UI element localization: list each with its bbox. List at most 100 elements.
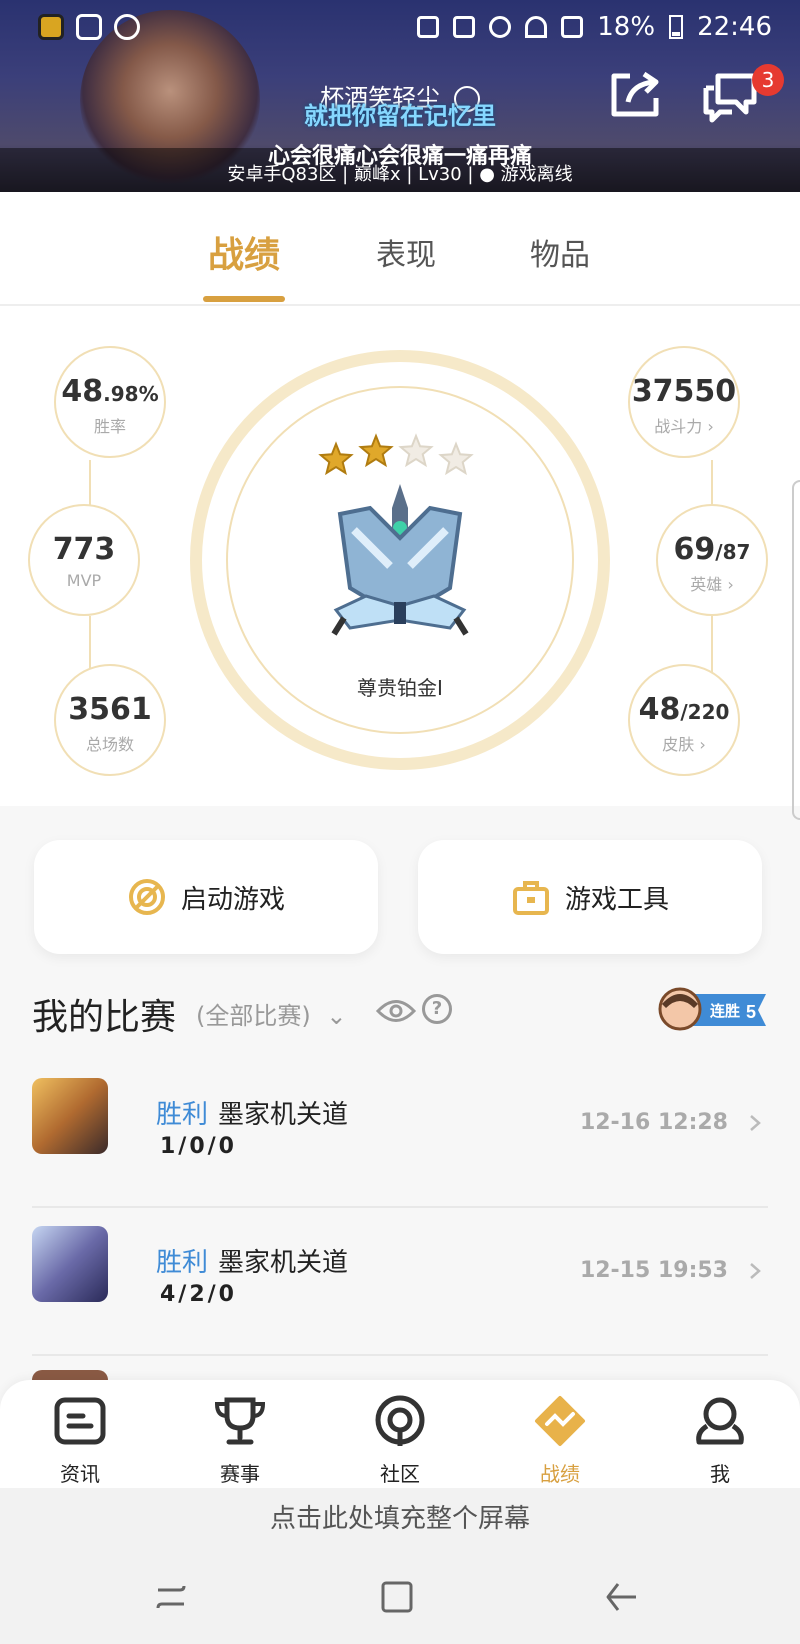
nfc-icon — [417, 16, 440, 38]
star-filled-icon — [318, 441, 354, 476]
tab-bar: 战绩 表现 物品 — [0, 192, 800, 306]
nav-news[interactable]: 资讯 — [20, 1394, 140, 1487]
nav-events[interactable]: 赛事 — [180, 1394, 300, 1487]
match-row[interactable]: 胜利 墨家机关道 1/0/0 12-16 12:28 — [32, 1058, 768, 1208]
win-rate-value: 48 — [61, 374, 104, 409]
nav-record[interactable]: 战绩 — [500, 1394, 620, 1487]
nav-record-label: 战绩 — [540, 1462, 580, 1486]
stat-total-games: 3561 总场数 — [54, 664, 166, 776]
total-games-value: 3561 — [68, 692, 152, 727]
signal-icon — [561, 16, 584, 38]
record-icon — [535, 1396, 585, 1446]
chevron-right-icon — [750, 1263, 761, 1279]
profile-icon — [696, 1397, 744, 1445]
power-value: 37550 — [631, 374, 737, 409]
hero-avatar — [32, 1078, 108, 1154]
stat-win-rate: 48.98% 胜率 — [54, 346, 166, 458]
nav-me[interactable]: 我 — [660, 1394, 780, 1487]
community-icon — [375, 1395, 425, 1446]
rank-name: 尊贵铂金I — [357, 676, 443, 700]
trophy-icon — [214, 1397, 266, 1445]
chevron-down-icon: ⌄ — [326, 1002, 347, 1030]
gallery-icon — [76, 14, 102, 40]
star-empty-icon — [398, 433, 434, 468]
match-kda: 4/2/0 — [160, 1282, 237, 1307]
tab-record[interactable]: 战绩 — [184, 226, 304, 278]
motto-overlay: 就把你留在记忆里 — [304, 102, 496, 130]
game-controller-icon — [128, 879, 165, 915]
match-filter-label: (全部比赛) — [196, 1002, 311, 1030]
nav-me-label: 我 — [710, 1462, 730, 1486]
mute-icon — [453, 16, 476, 38]
mvp-label: MVP — [66, 571, 102, 590]
share-icon[interactable] — [608, 70, 662, 120]
tab-performance[interactable]: 表现 — [346, 230, 466, 274]
nav-community[interactable]: 社区 — [340, 1394, 460, 1487]
status-bar: 18% 22:46 — [0, 6, 800, 46]
win-rate-label: 胜率 — [93, 417, 126, 436]
rank-emblem-icon[interactable] — [330, 478, 470, 648]
stat-mvp: 773 MVP — [28, 504, 140, 616]
battery-icon — [669, 15, 684, 39]
svg-text:5: 5 — [746, 1002, 756, 1022]
hero-avatar — [32, 1226, 108, 1302]
matches-title: 我的比赛 — [32, 997, 177, 1038]
match-time: 12-16 12:28 — [579, 1110, 728, 1135]
home-icon[interactable] — [380, 1580, 414, 1614]
game-tools-button[interactable]: 游戏工具 — [418, 840, 762, 954]
star-empty-icon — [438, 441, 474, 476]
news-icon — [54, 1397, 106, 1445]
match-kda: 1/0/0 — [160, 1134, 237, 1159]
skins-fraction: /220 — [680, 700, 730, 724]
recent-apps-icon[interactable] — [154, 1580, 188, 1614]
stat-heroes[interactable]: 69/87 英雄 › — [656, 504, 768, 616]
star-filled-icon — [358, 433, 394, 468]
heroes-value: 69 — [673, 532, 716, 567]
app-notification-icon — [38, 14, 64, 40]
chevron-right-icon — [750, 1115, 761, 1131]
match-time: 12-15 19:53 — [579, 1258, 728, 1283]
match-result: 胜利 — [156, 1248, 209, 1278]
toolbox-icon — [512, 881, 549, 915]
clock: 22:46 — [697, 12, 772, 42]
rank-stars — [318, 433, 474, 476]
stat-skins[interactable]: 48/220 皮肤 › — [628, 664, 740, 776]
heroes-fraction: /87 — [715, 540, 751, 564]
scroll-handle[interactable] — [792, 480, 800, 820]
win-rate-fraction: .98% — [103, 382, 159, 406]
heroes-label: 英雄 › — [690, 575, 734, 594]
wifi-icon — [525, 16, 548, 38]
stat-power[interactable]: 37550 战斗力 › — [628, 346, 740, 458]
skins-label: 皮肤 › — [662, 735, 706, 754]
back-icon[interactable] — [604, 1580, 638, 1614]
launch-game-label: 启动游戏 — [180, 884, 285, 915]
nav-news-label: 资讯 — [60, 1462, 100, 1486]
total-games-label: 总场数 — [85, 735, 134, 754]
profile-header: 18% 22:46 杯酒笑轻尘 就把你留在记忆里 心会很痛心会很痛一痛再痛 安卓… — [0, 0, 800, 192]
match-filter-dropdown[interactable]: (全部比赛) ⌄ — [196, 996, 346, 1031]
game-tools-label: 游戏工具 — [564, 884, 669, 915]
help-icon[interactable]: ? — [422, 994, 452, 1024]
match-row[interactable]: 胜利 墨家机关道 4/2/0 12-15 19:53 — [32, 1206, 768, 1356]
bottom-nav: 资讯 赛事 社区 战绩 我 — [0, 1380, 800, 1488]
win-streak-badge: 连胜 5 — [658, 987, 766, 1031]
tab-underline — [203, 296, 285, 302]
tab-items[interactable]: 物品 — [500, 230, 620, 274]
alarm-icon — [489, 16, 512, 38]
fill-screen-button[interactable]: 点击此处填充整个屏幕 — [0, 1488, 800, 1550]
connector-line — [711, 616, 713, 676]
profile-details: 安卓手Q83区 | 巅峰x | Lv30 | ● 游戏离线 — [227, 164, 573, 185]
mvp-value: 773 — [52, 532, 116, 567]
svg-text:连胜: 连胜 — [710, 1002, 740, 1020]
launch-game-button[interactable]: 启动游戏 — [34, 840, 378, 954]
match-map: 墨家机关道 — [218, 1100, 349, 1130]
eye-icon[interactable] — [376, 996, 416, 1026]
power-label: 战斗力 › — [654, 417, 714, 436]
nav-events-label: 赛事 — [220, 1462, 260, 1486]
skins-value: 48 — [638, 692, 681, 727]
match-result: 胜利 — [156, 1100, 209, 1130]
nav-community-label: 社区 — [380, 1462, 420, 1486]
sync-icon — [114, 14, 140, 40]
match-map: 墨家机关道 — [218, 1248, 349, 1278]
system-nav-bar — [0, 1550, 800, 1644]
